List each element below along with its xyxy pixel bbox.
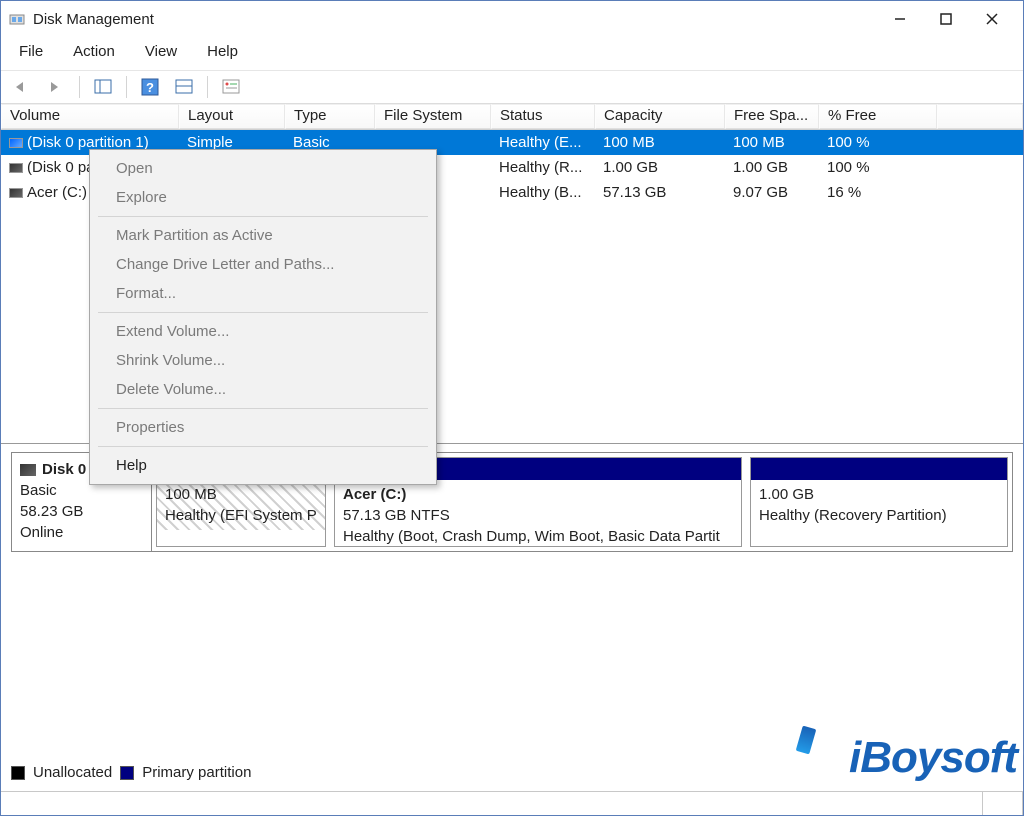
col-pctfree[interactable]: % Free: [819, 104, 937, 129]
maximize-button[interactable]: [923, 4, 969, 34]
cell-pct: 100 %: [819, 159, 937, 176]
toolbar-separator: [79, 76, 80, 98]
watermark: iBoysoft: [849, 733, 1017, 783]
legend-swatch-unallocated: [11, 766, 25, 780]
menubar: File Action View Help: [1, 37, 1023, 71]
context-menu: Open Explore Mark Partition as Active Ch…: [89, 149, 437, 485]
volume-table-header: Volume Layout Type File System Status Ca…: [1, 104, 1023, 130]
ctx-extend[interactable]: Extend Volume...: [92, 317, 434, 346]
cell-free: 100 MB: [725, 134, 819, 151]
forward-button[interactable]: [43, 75, 69, 99]
cell-cap: 57.13 GB: [595, 184, 725, 201]
volume-name: Acer (C:): [27, 184, 87, 201]
legend: Unallocated Primary partition: [11, 764, 251, 781]
volume-icon: [9, 188, 23, 198]
list-icon[interactable]: [218, 75, 244, 99]
col-freespace[interactable]: Free Spa...: [725, 104, 819, 129]
legend-swatch-primary: [120, 766, 134, 780]
col-filesystem[interactable]: File System: [375, 104, 491, 129]
toolbar: ?: [1, 71, 1023, 104]
statusbar-cell: [1, 792, 983, 815]
cell-status: Healthy (E...: [491, 134, 595, 151]
cell-cap: 100 MB: [595, 134, 725, 151]
volume-icon: [9, 138, 23, 148]
col-capacity[interactable]: Capacity: [595, 104, 725, 129]
ctx-mark-active[interactable]: Mark Partition as Active: [92, 221, 434, 250]
ctx-change-letter[interactable]: Change Drive Letter and Paths...: [92, 250, 434, 279]
ctx-shrink[interactable]: Shrink Volume...: [92, 346, 434, 375]
menu-action[interactable]: Action: [67, 41, 121, 62]
ctx-open[interactable]: Open: [92, 154, 434, 183]
menu-view[interactable]: View: [139, 41, 183, 62]
app-icon: [9, 11, 25, 27]
volume-band: [751, 458, 1007, 480]
cell-cap: 1.00 GB: [595, 159, 725, 176]
volume-body: 1.00 GB Healthy (Recovery Partition): [751, 480, 1007, 530]
legend-label: Unallocated: [33, 764, 112, 781]
col-filler: [937, 104, 1023, 129]
help-icon[interactable]: ?: [137, 75, 163, 99]
disk-vol-size: 1.00 GB: [759, 484, 999, 505]
cell-free: 1.00 GB: [725, 159, 819, 176]
legend-label: Primary partition: [142, 764, 251, 781]
window-title: Disk Management: [33, 11, 877, 28]
disk-vol-size: 57.13 GB NTFS: [343, 505, 733, 526]
disk-vol-size: 100 MB: [165, 484, 317, 505]
volume-icon: [9, 163, 23, 173]
ctx-separator: [98, 446, 428, 447]
disk-volume-block[interactable]: 1.00 GB Healthy (Recovery Partition): [750, 457, 1008, 547]
disk-vol-status: Healthy (Recovery Partition): [759, 505, 999, 526]
ctx-help[interactable]: Help: [92, 451, 434, 480]
disk-vol-title: Acer (C:): [343, 486, 406, 503]
statusbar: [1, 791, 1023, 815]
toolbar-separator: [207, 76, 208, 98]
col-volume[interactable]: Volume: [1, 104, 179, 129]
cell-pct: 16 %: [819, 184, 937, 201]
svg-text:?: ?: [146, 80, 154, 95]
ctx-explore[interactable]: Explore: [92, 183, 434, 212]
ctx-separator: [98, 216, 428, 217]
disk-size: 58.23 GB: [20, 501, 143, 522]
volume-body: 100 MB Healthy (EFI System P: [157, 480, 325, 530]
col-type[interactable]: Type: [285, 104, 375, 129]
titlebar: Disk Management: [1, 1, 1023, 37]
volume-body: Acer (C:) 57.13 GB NTFS Healthy (Boot, C…: [335, 480, 741, 551]
cell-status: Healthy (R...: [491, 159, 595, 176]
menu-help[interactable]: Help: [201, 41, 244, 62]
panel2-icon[interactable]: [171, 75, 197, 99]
disk-state: Online: [20, 522, 143, 543]
disk-vol-status: Healthy (Boot, Crash Dump, Wim Boot, Bas…: [343, 526, 733, 547]
ctx-separator: [98, 312, 428, 313]
ctx-delete[interactable]: Delete Volume...: [92, 375, 434, 404]
back-button[interactable]: [9, 75, 35, 99]
toolbar-separator: [126, 76, 127, 98]
ctx-separator: [98, 408, 428, 409]
minimize-button[interactable]: [877, 4, 923, 34]
ctx-format[interactable]: Format...: [92, 279, 434, 308]
ctx-properties[interactable]: Properties: [92, 413, 434, 442]
panel-icon[interactable]: [90, 75, 116, 99]
col-status[interactable]: Status: [491, 104, 595, 129]
statusbar-cell: [983, 792, 1023, 815]
menu-file[interactable]: File: [13, 41, 49, 62]
col-layout[interactable]: Layout: [179, 104, 285, 129]
watermark-accent-icon: [796, 726, 817, 755]
cell-free: 9.07 GB: [725, 184, 819, 201]
cell-pct: 100 %: [819, 134, 937, 151]
disk-icon: [20, 464, 36, 476]
close-button[interactable]: [969, 4, 1015, 34]
disk-vol-status: Healthy (EFI System P: [165, 505, 317, 526]
cell-status: Healthy (B...: [491, 184, 595, 201]
